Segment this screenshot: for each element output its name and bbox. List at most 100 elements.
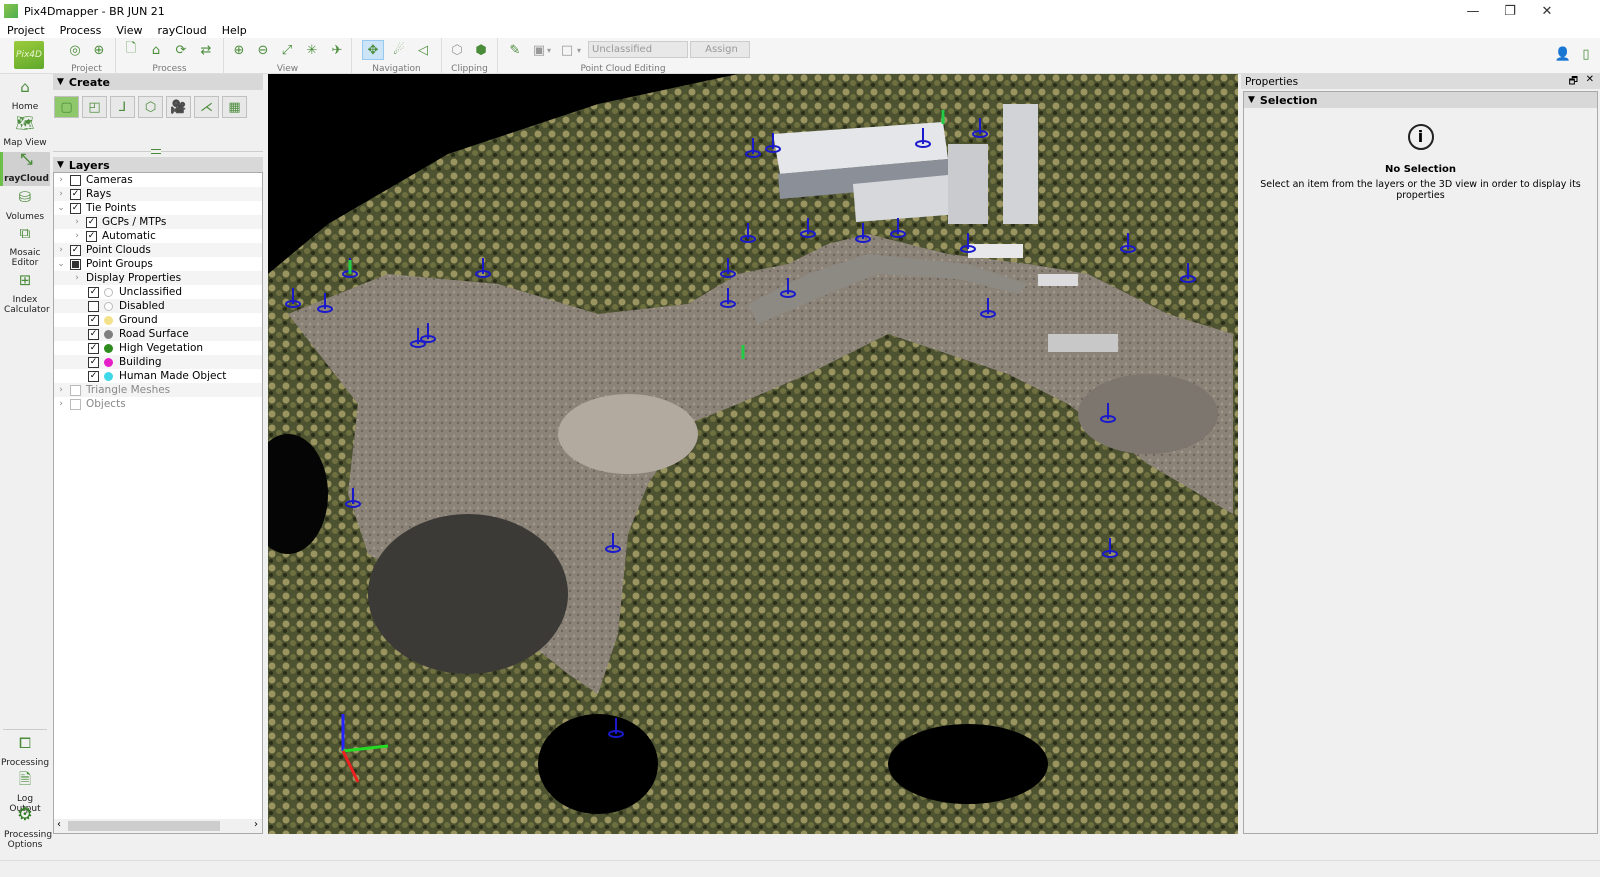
- menu-help[interactable]: Help: [215, 24, 255, 37]
- selection-mode-dropdown-icon[interactable]: ▾: [544, 40, 554, 60]
- edit-clipping-box-icon[interactable]: ⬢: [470, 40, 492, 60]
- layer-automatic[interactable]: › ✓ Automatic: [54, 229, 262, 243]
- collapse-icon[interactable]: ⌄: [56, 259, 66, 269]
- expand-icon[interactable]: ›: [72, 231, 82, 241]
- layer-checkbox[interactable]: [70, 258, 81, 270]
- layer-checkbox[interactable]: ✓: [88, 314, 99, 326]
- new-tie-point-icon[interactable]: ⋌: [194, 96, 219, 118]
- layer-checkbox[interactable]: [70, 398, 81, 410]
- zoom-extents-icon[interactable]: ⤢: [276, 40, 298, 60]
- nav-processing-options[interactable]: ⚙ Processing Options: [0, 806, 52, 854]
- layer-checkbox[interactable]: [88, 300, 99, 312]
- layer-triangle-meshes[interactable]: › Triangle Meshes: [54, 383, 262, 397]
- layer-checkbox[interactable]: ✓: [88, 370, 99, 382]
- layer-gcps-mtps[interactable]: › ✓ GCPs / MTPs: [54, 215, 262, 229]
- layer-class-road-surface[interactable]: ✓ Road Surface: [54, 327, 262, 341]
- layer-cameras[interactable]: › Cameras: [54, 173, 262, 187]
- layer-display-properties[interactable]: › Display Properties: [54, 271, 262, 285]
- splitter-grip-icon[interactable]: [151, 149, 161, 154]
- expand-icon[interactable]: ›: [56, 245, 66, 255]
- layer-checkbox[interactable]: ✓: [88, 342, 99, 354]
- restore-button[interactable]: ❐: [1491, 0, 1529, 22]
- menu-view[interactable]: View: [109, 24, 150, 37]
- first-person-navigation-icon[interactable]: ◁: [412, 40, 434, 60]
- nav-mosaic-editor[interactable]: ⧉ Mosaic Editor: [0, 226, 50, 272]
- layer-point-groups[interactable]: ⌄ Point Groups: [54, 257, 262, 271]
- new-polyline-icon[interactable]: ⅃: [110, 96, 135, 118]
- layer-tie-points[interactable]: ⌄ ✓ Tie Points: [54, 201, 262, 215]
- user-account-icon[interactable]: 👤: [1552, 44, 1574, 64]
- raycloud-3d-view[interactable]: [268, 74, 1238, 834]
- nav-map-view[interactable]: 🗺 Map View: [0, 116, 50, 152]
- layer-class-building[interactable]: ✓ Building: [54, 355, 262, 369]
- reprocess-icon[interactable]: ⟳: [170, 40, 192, 60]
- expand-icon[interactable]: ›: [56, 399, 66, 409]
- close-button[interactable]: ✕: [1528, 0, 1566, 22]
- assign-button[interactable]: Assign: [690, 41, 750, 58]
- float-panel-icon[interactable]: 🗗: [1569, 74, 1578, 91]
- expand-icon[interactable]: ›: [56, 175, 66, 185]
- nav-log-output[interactable]: 🗎 Log Output: [0, 772, 50, 815]
- standard-navigation-icon[interactable]: ✥: [362, 40, 384, 60]
- scrollbar-thumb[interactable]: [68, 821, 220, 831]
- nav-index-calculator[interactable]: ⊞ Index Calculator: [0, 273, 50, 319]
- point-cloud-render[interactable]: [268, 74, 1238, 834]
- layer-class-unclassified[interactable]: ✓ Unclassified: [54, 285, 262, 299]
- layer-checkbox[interactable]: ✓: [88, 328, 99, 340]
- layer-class-ground[interactable]: ✓ Ground: [54, 313, 262, 327]
- layer-class-disabled[interactable]: Disabled: [54, 299, 262, 313]
- scroll-right-icon[interactable]: ›: [254, 819, 258, 830]
- panel-splitter[interactable]: [53, 147, 263, 157]
- trackball-navigation-icon[interactable]: ☄: [388, 40, 410, 60]
- expand-icon[interactable]: ›: [56, 385, 66, 395]
- layer-checkbox[interactable]: ✓: [70, 244, 81, 256]
- layer-checkbox[interactable]: ✓: [70, 188, 81, 200]
- layers-section-header[interactable]: ▼ Layers: [53, 157, 263, 173]
- layer-checkbox[interactable]: ✓: [86, 216, 97, 228]
- layer-point-clouds[interactable]: › ✓ Point Clouds: [54, 243, 262, 257]
- selection-section-header[interactable]: ▼ Selection: [1244, 92, 1597, 108]
- clipping-box-icon[interactable]: ⬡: [446, 40, 468, 60]
- menu-raycloud[interactable]: rayCloud: [150, 24, 214, 37]
- new-project-icon[interactable]: 🗋: [120, 40, 142, 60]
- layer-checkbox[interactable]: ✓: [88, 356, 99, 368]
- expand-icon[interactable]: ›: [72, 273, 82, 283]
- zoom-to-center-icon[interactable]: ✳: [301, 40, 323, 60]
- new-surface-icon[interactable]: ◰: [82, 96, 107, 118]
- new-polyline-area-icon[interactable]: ▢: [54, 96, 79, 118]
- fly-to-icon[interactable]: ✈: [326, 40, 348, 60]
- nav-raycloud[interactable]: ⤡ rayCloud: [0, 152, 50, 186]
- merge-icon[interactable]: ⇄: [195, 40, 217, 60]
- menu-project[interactable]: Project: [0, 24, 53, 37]
- collapse-icon[interactable]: ⌄: [56, 203, 66, 213]
- zoom-in-icon[interactable]: ⊕: [228, 40, 250, 60]
- new-orthoplane-icon[interactable]: ▦: [222, 96, 247, 118]
- layer-rays[interactable]: › ✓ Rays: [54, 187, 262, 201]
- open-project-icon[interactable]: ⌂: [145, 40, 167, 60]
- layer-class-human-made-object[interactable]: ✓ Human Made Object: [54, 369, 262, 383]
- expand-icon[interactable]: ›: [56, 189, 66, 199]
- menu-process[interactable]: Process: [53, 24, 110, 37]
- toggle-sidebar-icon[interactable]: ▯: [1575, 44, 1597, 64]
- nav-processing[interactable]: ⧠ Processing: [0, 736, 50, 772]
- camera-photos-icon[interactable]: ◎: [64, 40, 86, 60]
- new-video-animation-icon[interactable]: 🎥: [166, 96, 191, 118]
- edit-densified-points-icon[interactable]: ✎: [504, 40, 526, 60]
- layer-checkbox[interactable]: [70, 384, 81, 396]
- close-panel-icon[interactable]: ✕: [1586, 74, 1594, 85]
- class-select[interactable]: Unclassified: [588, 41, 688, 58]
- nav-home[interactable]: ⌂ Home: [0, 80, 50, 116]
- nav-volumes[interactable]: ⛁ Volumes: [0, 190, 50, 226]
- new-volume-icon[interactable]: ⬡: [138, 96, 163, 118]
- minimize-button[interactable]: —: [1454, 0, 1492, 22]
- layer-checkbox[interactable]: [70, 174, 81, 186]
- selection-shape-dropdown-icon[interactable]: ▾: [574, 40, 584, 60]
- create-section-header[interactable]: ▼ Create: [53, 74, 263, 90]
- layer-objects[interactable]: › Objects: [54, 397, 262, 411]
- layers-horizontal-scrollbar[interactable]: ‹ ›: [54, 819, 262, 833]
- layer-class-high-vegetation[interactable]: ✓ High Vegetation: [54, 341, 262, 355]
- expand-icon[interactable]: ›: [72, 217, 82, 227]
- zoom-out-icon[interactable]: ⊖: [252, 40, 274, 60]
- gcp-target-icon[interactable]: ⊕: [88, 40, 110, 60]
- layer-checkbox[interactable]: ✓: [70, 202, 81, 214]
